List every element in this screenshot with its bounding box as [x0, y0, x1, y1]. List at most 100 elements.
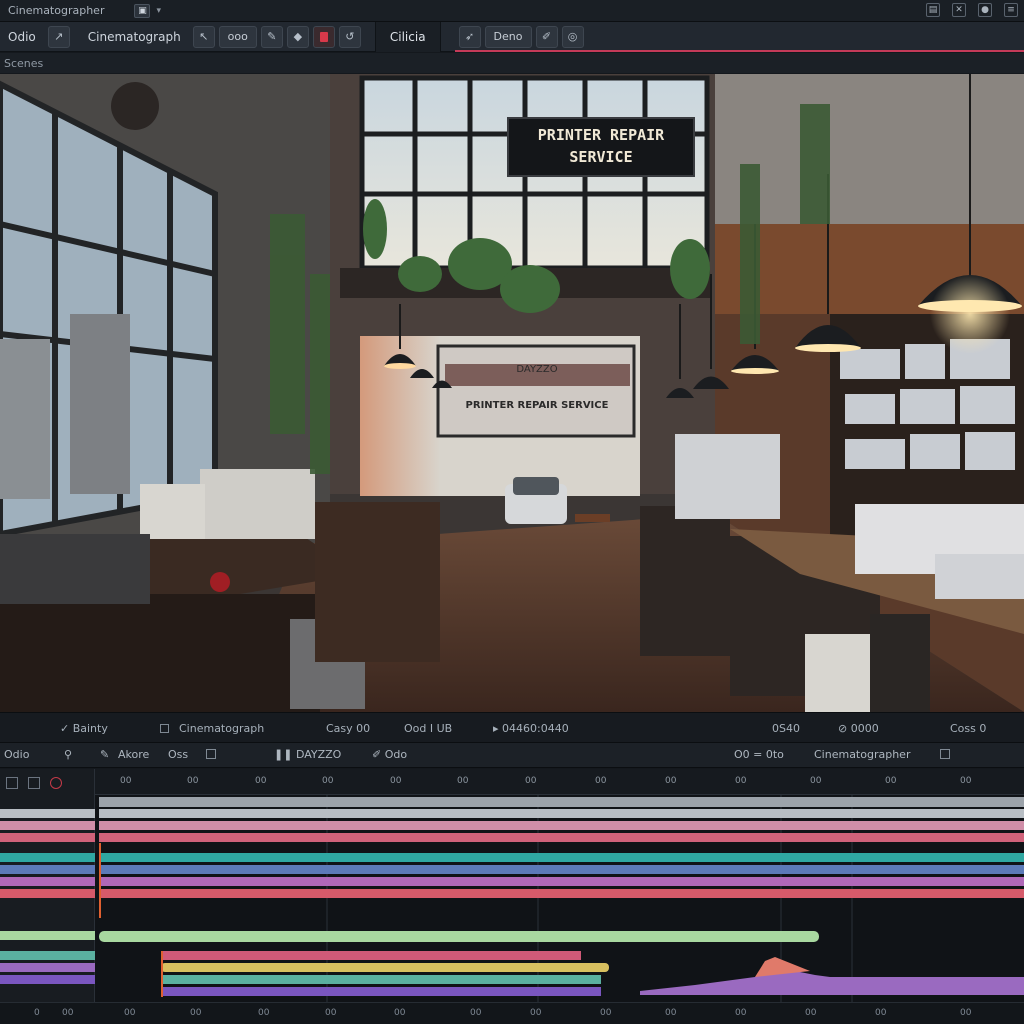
toolbar-item-odio[interactable]: Odio	[0, 26, 44, 48]
window-controls: ▤ ✕ ● ≡	[926, 3, 1018, 17]
footer-tick: 00	[805, 1008, 817, 1018]
tab-cilicia[interactable]: Cilicia	[374, 21, 441, 52]
pencil-icon[interactable]: ✐	[535, 25, 558, 48]
chevron-down-icon[interactable]: ▾	[156, 6, 161, 16]
ruler-tick: 00	[322, 776, 334, 786]
track-color-4	[0, 853, 95, 862]
toolbar-pill-deno[interactable]: Deno	[484, 25, 532, 48]
clip-4[interactable]	[99, 833, 1024, 842]
clip-1[interactable]	[99, 797, 1024, 807]
timeline-label-akore[interactable]: Akore	[118, 748, 149, 761]
track-color-11	[0, 975, 95, 984]
footer-tick: 00	[600, 1008, 612, 1018]
footer-tick: 00	[325, 1008, 337, 1018]
pen-icon[interactable]: ✎	[260, 25, 283, 48]
scene-label: Scenes	[4, 56, 44, 70]
check-icon: ✓	[60, 722, 73, 735]
clip-12[interactable]	[161, 975, 601, 984]
clip-5[interactable]	[99, 853, 1024, 862]
window-icon[interactable]: ▣	[134, 3, 151, 18]
track-color-8	[0, 931, 95, 940]
ruler-tick: 00	[255, 776, 267, 786]
track-color-9	[0, 951, 95, 960]
footer-tick: 00	[470, 1008, 482, 1018]
track-header-colors	[0, 809, 95, 984]
cursor-icon[interactable]: ↖	[192, 25, 215, 48]
timeline-label-odo[interactable]: ✐ Odo	[372, 748, 407, 761]
arrow-icon[interactable]: ↗	[47, 25, 70, 48]
video-viewer[interactable]: PRINTER REPAIR SERVICE DAYZZO PRINTER RE…	[0, 74, 1024, 712]
target-icon[interactable]: ◎	[561, 25, 584, 48]
timeline[interactable]: 00 00 00 00 00 00 00 00 00 00 00 00 00 0…	[0, 769, 1024, 1024]
user-icon[interactable]: ●	[978, 3, 992, 17]
track-color-1	[0, 809, 95, 818]
clip-10[interactable]	[161, 951, 581, 960]
layout-icon[interactable]: ▤	[926, 3, 940, 17]
ruler-tick: 00	[735, 776, 747, 786]
footer-tick: 00	[665, 1008, 677, 1018]
clip-11[interactable]	[161, 963, 609, 972]
ruler-tick: 00	[390, 776, 402, 786]
footer-tick: 00	[394, 1008, 406, 1018]
edit-icon: ✐	[372, 748, 385, 761]
timeline-label-dayzzo[interactable]: ❚❚ DAYZZO	[274, 748, 341, 761]
footer-tick: 00	[258, 1008, 270, 1018]
time-ruler[interactable]: 00 00 00 00 00 00 00 00 00 00 00 00 00	[95, 769, 1024, 795]
info-item-bainty[interactable]: ✓ Bainty	[60, 722, 108, 735]
info-item-timecode: ▸ 04460:0440	[493, 722, 569, 735]
track-color-5	[0, 865, 95, 874]
footer-tick: 0	[34, 1008, 40, 1018]
info-item-cinematograph[interactable]: Cinematograph	[160, 722, 264, 735]
info-item-0000[interactable]: ⊘ 0000	[838, 722, 879, 735]
clip-9[interactable]	[99, 931, 819, 942]
diamond-icon[interactable]: ◆	[286, 25, 309, 48]
footer-tick: 00	[124, 1008, 136, 1018]
info-item-ood: Ood I UB	[404, 722, 453, 735]
timeline-label-cinematographer[interactable]: Cinematographer	[814, 748, 910, 761]
ruler-tick: 00	[665, 776, 677, 786]
ruler-tick: 00	[525, 776, 537, 786]
ruler-tick: 00	[120, 776, 132, 786]
timeline-label-oss[interactable]: Oss	[168, 748, 188, 761]
close-icon[interactable]: ✕	[952, 3, 966, 17]
footer-tick: 00	[530, 1008, 542, 1018]
title-bar: Cinematographer ▣ ▾ ▤ ✕ ● ≡	[0, 0, 1024, 22]
clip-marker	[161, 951, 163, 997]
timeline-label-zoom[interactable]: O0 = 0to	[734, 748, 784, 761]
audio-waveform[interactable]	[640, 963, 1024, 995]
track-area[interactable]: 00 00 00 00 00 00 00 00 00 00 00 00 00	[95, 769, 1024, 1024]
lock-icon[interactable]: ⚲	[64, 748, 72, 761]
clip-2[interactable]	[99, 809, 1024, 818]
info-item-0s40: 0S40	[772, 722, 800, 735]
viewer-frame: PRINTER REPAIR SERVICE DAYZZO PRINTER RE…	[0, 74, 1024, 712]
clip-13[interactable]	[161, 987, 601, 996]
playhead[interactable]	[99, 843, 101, 918]
brush-icon[interactable]: ➶	[458, 25, 481, 48]
film-icon[interactable]	[206, 748, 222, 761]
ruler-tick: 00	[810, 776, 822, 786]
clip-7[interactable]	[99, 877, 1024, 886]
info-item-coss: Coss 0	[950, 722, 987, 735]
clip-6[interactable]	[99, 865, 1024, 874]
clip-area[interactable]	[95, 795, 1024, 1002]
footer-tick: 00	[875, 1008, 887, 1018]
undo-icon[interactable]: ↺	[338, 25, 361, 48]
record-icon	[319, 31, 328, 42]
pen-icon-timeline[interactable]: ✎	[100, 748, 109, 761]
record-button[interactable]	[312, 25, 335, 48]
clip-8[interactable]	[99, 889, 1024, 898]
storefront-line-2: PRINTER REPAIR SERVICE	[466, 400, 609, 411]
storefront-line-1: DAYZZO	[516, 364, 557, 375]
sign-line-1: PRINTER REPAIR	[538, 126, 665, 144]
clip-3[interactable]	[99, 821, 1024, 830]
viewer-info-bar: ✓ Bainty Cinematograph Casy 00 Ood I UB …	[0, 712, 1024, 742]
menu-icon[interactable]: ≡	[1004, 3, 1018, 17]
toolbar-pill[interactable]: ooo	[218, 25, 257, 48]
ruler-tick: 00	[595, 776, 607, 786]
panel-icon[interactable]	[940, 748, 956, 761]
ruler-tick: 00	[457, 776, 469, 786]
app-title: Cinematographer	[8, 4, 105, 17]
timeline-label-odio[interactable]: Odio	[4, 748, 29, 761]
track-color-6	[0, 877, 95, 886]
toolbar-item-cinematograph[interactable]: Cinematograph	[80, 26, 189, 48]
